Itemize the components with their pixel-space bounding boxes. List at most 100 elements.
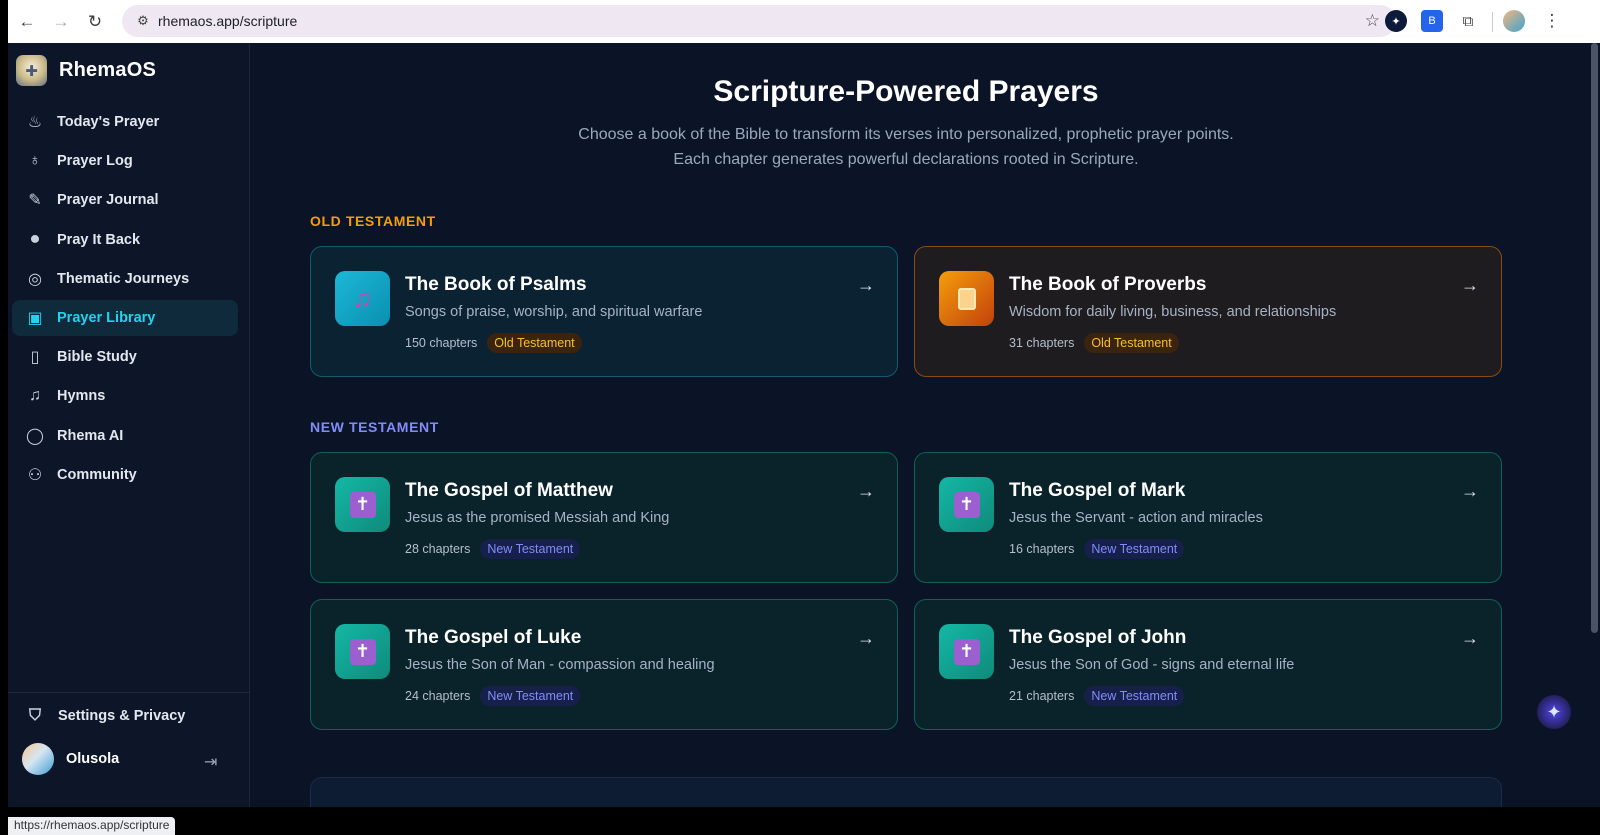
- cross-icon: ✝: [953, 638, 980, 665]
- extension-icon[interactable]: ✦: [1385, 10, 1407, 32]
- book-meta: 16 chapters New Testament: [1009, 539, 1185, 559]
- sidebar-item-label: Rhema AI: [57, 427, 124, 444]
- chapter-count: 28 chapters: [405, 542, 471, 556]
- book-description: Jesus as the promised Messiah and King: [405, 510, 670, 526]
- sidebar-item-prayer-journal[interactable]: ✎ Prayer Journal: [12, 182, 238, 218]
- user-profile[interactable]: Olusola: [22, 743, 119, 775]
- book-description: Wisdom for daily living, business, and r…: [1009, 304, 1337, 320]
- award-icon: ♁: [29, 152, 41, 170]
- sidebar-item-bible-study[interactable]: ▯ Bible Study: [12, 339, 238, 375]
- book-meta: 28 chapters New Testament: [405, 539, 581, 559]
- chapter-count: 24 chapters: [405, 689, 471, 703]
- book-description: Jesus the Servant - action and miracles: [1009, 510, 1263, 526]
- sidebar-item-label: Community: [57, 466, 137, 483]
- flame-icon: ♨: [27, 114, 43, 131]
- forward-icon[interactable]: →: [44, 5, 78, 39]
- testament-badge: Old Testament: [1084, 333, 1179, 353]
- page-subtitle: Choose a book of the Bible to transform …: [578, 126, 1234, 143]
- book-meta: 150 chapters Old Testament: [405, 333, 582, 353]
- chapter-count: 21 chapters: [1009, 689, 1075, 703]
- sidebar-nav: ♨ Today's Prayer ♁ Prayer Log ✎ Prayer J…: [12, 104, 238, 496]
- address-url[interactable]: rhemaos.app/scripture: [158, 13, 297, 29]
- logout-icon[interactable]: ⇥: [204, 752, 217, 772]
- sidebar: ✚ RhemaOS ♨ Today's Prayer ♁ Prayer Log …: [8, 43, 250, 835]
- book-title: The Gospel of Mark: [1009, 480, 1186, 501]
- sidebar-item-todays-prayer[interactable]: ♨ Today's Prayer: [12, 104, 238, 140]
- book-card-john[interactable]: ✝ The Gospel of John Jesus the Son of Go…: [914, 599, 1502, 730]
- book-card-luke[interactable]: ✝ The Gospel of Luke Jesus the Son of Ma…: [310, 599, 898, 730]
- sidebar-item-label: Hymns: [57, 388, 106, 405]
- bookmark-star-icon[interactable]: ☆: [1365, 11, 1380, 31]
- settings-privacy-link[interactable]: ⛉ Settings & Privacy: [24, 707, 185, 725]
- browser-window: ← → ↻ ⚙ rhemaos.app/scripture ☆ ✦ B ⧉ ⋮ …: [8, 0, 1600, 835]
- status-bar-url: https://rhemaos.app/scripture: [8, 817, 176, 835]
- open-book-icon: ▯: [30, 349, 40, 367]
- brand[interactable]: ✚ RhemaOS: [16, 55, 156, 86]
- cross-icon: ✝: [349, 638, 376, 665]
- microphone-icon: ⏺: [30, 230, 39, 248]
- book-icon-container: ♫: [335, 271, 390, 326]
- testament-badge: New Testament: [480, 539, 581, 559]
- sidebar-item-thematic-journeys[interactable]: ◎ Thematic Journeys: [12, 261, 238, 297]
- cross-icon: ✝: [953, 491, 980, 518]
- section-label-old-testament: OLD TESTAMENT: [310, 213, 436, 229]
- book-title: The Gospel of John: [1009, 627, 1187, 648]
- back-icon[interactable]: ←: [10, 5, 44, 39]
- compass-icon: ◎: [28, 270, 42, 288]
- sidebar-divider: [8, 692, 250, 693]
- sidebar-item-community[interactable]: ⚇ Community: [12, 457, 238, 493]
- book-card-proverbs[interactable]: The Book of Proverbs Wisdom for daily li…: [914, 246, 1502, 377]
- extension-icon[interactable]: B: [1421, 10, 1443, 32]
- page-subtitle: Each chapter generates powerful declarat…: [673, 151, 1139, 168]
- brand-logo-icon: ✚: [16, 55, 47, 86]
- sidebar-item-label: Bible Study: [57, 349, 137, 366]
- pen-icon: ✎: [28, 192, 42, 210]
- browser-toolbar: ← → ↻ ⚙ rhemaos.app/scripture ☆ ✦ B ⧉ ⋮: [8, 0, 1600, 43]
- chapter-count: 150 chapters: [405, 336, 478, 350]
- ai-assistant-sparkle-icon[interactable]: ✦: [1537, 695, 1571, 729]
- book-icon-container: [939, 271, 994, 326]
- sidebar-item-label: Today's Prayer: [57, 114, 160, 130]
- menu-kebab-icon[interactable]: ⋮: [1541, 10, 1563, 32]
- site-info-icon[interactable]: ⚙: [128, 13, 158, 29]
- chapter-count: 16 chapters: [1009, 542, 1075, 556]
- cross-icon: ✝: [349, 491, 376, 518]
- book-icon-container: ✝: [939, 477, 994, 532]
- arrow-right-icon: →: [857, 481, 875, 501]
- partial-card[interactable]: [310, 777, 1502, 807]
- avatar: [22, 743, 54, 775]
- sidebar-item-rhema-ai[interactable]: ◯ Rhema AI: [12, 418, 238, 454]
- arrow-right-icon: →: [1461, 481, 1479, 501]
- page-title: Scripture-Powered Prayers: [713, 75, 1099, 108]
- scroll-icon: [957, 287, 976, 310]
- settings-label: Settings & Privacy: [58, 708, 186, 724]
- arrow-right-icon: →: [1461, 628, 1479, 648]
- sidebar-item-label: Prayer Log: [57, 153, 133, 170]
- sidebar-item-pray-it-back[interactable]: ⏺ Pray It Back: [12, 222, 238, 258]
- scrollbar[interactable]: [1591, 43, 1598, 633]
- music-note-icon: ♫: [352, 283, 373, 313]
- sidebar-item-hymns[interactable]: ♫ Hymns: [12, 378, 238, 414]
- sidebar-item-label: Pray It Back: [57, 231, 141, 248]
- book-description: Jesus the Son of Man - compassion and he…: [405, 657, 715, 673]
- arrow-right-icon: →: [1461, 275, 1479, 295]
- book-icon: ▣: [27, 309, 43, 327]
- address-bar[interactable]: ⚙ rhemaos.app/scripture ☆: [122, 5, 1396, 37]
- brand-name: RhemaOS: [59, 59, 156, 81]
- profile-avatar[interactable]: [1503, 10, 1525, 32]
- sidebar-item-prayer-library[interactable]: ▣ Prayer Library: [12, 299, 238, 336]
- book-card-matthew[interactable]: ✝ The Gospel of Matthew Jesus as the pro…: [310, 452, 898, 583]
- extensions-puzzle-icon[interactable]: ⧉: [1457, 10, 1479, 32]
- book-icon-container: ✝: [335, 624, 390, 679]
- book-card-mark[interactable]: ✝ The Gospel of Mark Jesus the Servant -…: [914, 452, 1502, 583]
- main-content: Scripture-Powered Prayers Choose a book …: [251, 43, 1600, 807]
- sidebar-item-prayer-log[interactable]: ♁ Prayer Log: [12, 143, 238, 179]
- book-card-psalms[interactable]: ♫ The Book of Psalms Songs of praise, wo…: [310, 246, 898, 377]
- music-icon: ♫: [29, 387, 41, 405]
- sidebar-item-label: Prayer Library: [57, 309, 156, 326]
- reload-icon[interactable]: ↻: [78, 5, 112, 39]
- testament-badge: Old Testament: [487, 333, 582, 353]
- chapter-count: 31 chapters: [1009, 336, 1075, 350]
- toolbar-divider: [1492, 12, 1493, 32]
- book-title: The Gospel of Matthew: [405, 480, 613, 501]
